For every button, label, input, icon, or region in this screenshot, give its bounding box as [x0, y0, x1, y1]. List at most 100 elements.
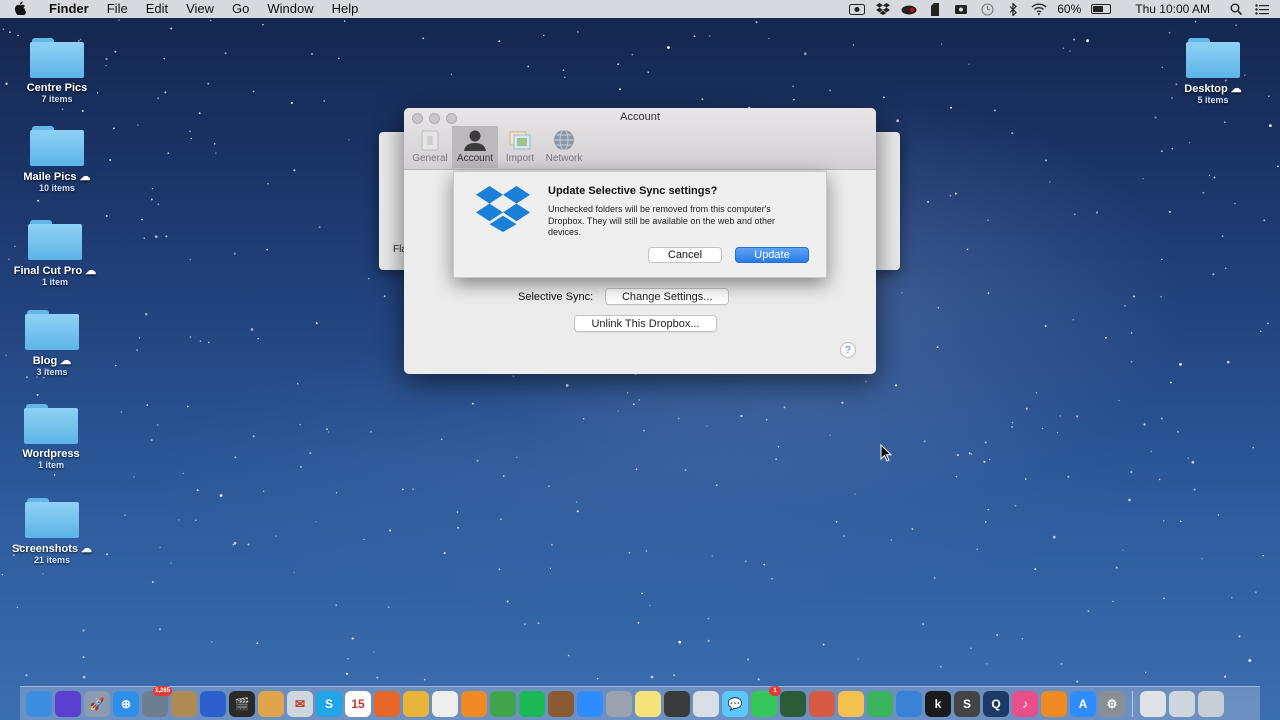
dock-spotify-icon[interactable]: [519, 690, 545, 717]
wifi-icon[interactable]: [1031, 2, 1047, 16]
dock-evernote-icon[interactable]: [490, 690, 516, 717]
desktop-folder-centre-pics[interactable]: Centre Pics 7 items: [7, 38, 107, 104]
notification-badge: 1: [769, 685, 781, 696]
dock-quicktime-icon[interactable]: Q: [983, 690, 1009, 717]
dock-itunes-icon[interactable]: ♪: [1012, 690, 1038, 717]
dock-zoom-icon[interactable]: [577, 690, 603, 717]
desktop-folder-wordpress[interactable]: Wordpress 1 item: [1, 404, 101, 470]
window-title: Account: [620, 111, 660, 123]
desktop-folder-blog[interactable]: Blog ☁ 3 items: [2, 310, 102, 377]
folder-name: Screenshots: [11, 543, 78, 555]
dock-keynote-icon[interactable]: [896, 690, 922, 717]
desktop-folder-screenshots[interactable]: Screenshots ☁ 21 items: [2, 498, 102, 565]
dock-ibooks-icon[interactable]: [1041, 690, 1067, 717]
dock-textedit-icon[interactable]: [432, 690, 458, 717]
dock-photos-icon[interactable]: [838, 690, 864, 717]
tab-label: Account: [456, 153, 494, 164]
dock-mail-icon[interactable]: ✉: [287, 690, 313, 717]
dock-notebook-icon[interactable]: [171, 690, 197, 717]
status-area: 60% Thu 10:00 AM: [849, 2, 1280, 16]
desktop-folder-desktop[interactable]: Desktop ☁ 5 items: [1163, 38, 1263, 105]
notification-badge: 1,265: [152, 685, 172, 696]
dock-system-preferences-icon[interactable]: ⚙: [1099, 690, 1125, 717]
dock-glyph: 💬: [727, 696, 743, 711]
update-button[interactable]: Update: [735, 247, 809, 263]
desktop-folder-maile-pics[interactable]: Maile Pics ☁ 10 items: [7, 126, 107, 193]
desktop-folder-final-cut-pro[interactable]: Final Cut Pro ☁ 1 item: [5, 220, 105, 287]
menu-app-name[interactable]: Finder: [40, 0, 98, 18]
dock-finder-icon[interactable]: [26, 690, 52, 717]
screen-record-icon[interactable]: [849, 2, 866, 16]
notification-center-icon[interactable]: [1254, 2, 1270, 16]
battery-icon[interactable]: [1091, 4, 1112, 14]
dock-document-stack-icon[interactable]: [1140, 690, 1166, 717]
dock-glyph: ⊕: [120, 696, 132, 711]
tab-label: General: [412, 153, 448, 164]
dock-clapper-icon[interactable]: 🎬: [229, 690, 255, 717]
folder-item-count: 1 item: [41, 277, 68, 287]
folder-icon: [25, 310, 79, 350]
dock-photos-blue-icon[interactable]: [200, 690, 226, 717]
dock-safari-icon[interactable]: ⊕: [113, 690, 139, 717]
unlink-dropbox-button[interactable]: Unlink This Dropbox...: [574, 315, 717, 332]
menu-edit[interactable]: Edit: [137, 0, 177, 18]
tab-label: Network: [545, 153, 583, 164]
dock-kindle-icon[interactable]: k: [925, 690, 951, 717]
menu-go[interactable]: Go: [223, 0, 258, 18]
dock-photo-editor-icon[interactable]: [809, 690, 835, 717]
dock-siri-icon[interactable]: [55, 690, 81, 717]
dock-guitar-icon[interactable]: [548, 690, 574, 717]
dock-sonos-icon[interactable]: S: [954, 690, 980, 717]
dock-trash-icon[interactable]: [1198, 690, 1224, 717]
dock-glyph: ♪: [1022, 696, 1028, 711]
dock-glyph: ⚙: [1106, 696, 1118, 711]
dock-firefox-icon[interactable]: [374, 690, 400, 717]
tab-network[interactable]: Network: [542, 126, 586, 168]
menu-help[interactable]: Help: [323, 0, 368, 18]
bluetooth-icon[interactable]: [1005, 2, 1021, 16]
dock-photo-booth-icon[interactable]: [664, 690, 690, 717]
dropbox-menu-icon[interactable]: [875, 2, 891, 16]
menu-clock[interactable]: Thu 10:00 AM: [1135, 2, 1210, 16]
tab-label: Import: [505, 153, 535, 164]
folder-item-count: 21 items: [33, 555, 71, 565]
menu-view[interactable]: View: [177, 0, 223, 18]
folder-icon: [30, 38, 84, 78]
apple-menu-icon[interactable]: [0, 0, 40, 18]
update-selective-sync-dialog: Update Selective Sync settings? Unchecke…: [453, 171, 827, 278]
dock-camera-app-icon[interactable]: [780, 690, 806, 717]
dock-skype-icon[interactable]: S: [316, 690, 342, 717]
dock-launchpad-icon[interactable]: 🚀: [84, 690, 110, 717]
dock-preview-icon[interactable]: [693, 690, 719, 717]
menu-window[interactable]: Window: [258, 0, 322, 18]
cancel-button[interactable]: Cancel: [648, 247, 722, 263]
dock-utility-icon[interactable]: [606, 690, 632, 717]
tab-import[interactable]: Import: [498, 126, 542, 168]
dock-numbers-icon[interactable]: [867, 690, 893, 717]
evernote-menu-icon[interactable]: [927, 2, 943, 16]
menu-file[interactable]: File: [98, 0, 137, 18]
dock-calendar-icon[interactable]: 15: [345, 690, 371, 717]
tab-account[interactable]: Account: [452, 126, 498, 168]
creative-cloud-icon[interactable]: [901, 2, 917, 16]
tab-general[interactable]: General: [408, 126, 452, 168]
dock-notes-icon[interactable]: [635, 690, 661, 717]
dock-app-store-icon[interactable]: A: [1070, 690, 1096, 717]
dock-pages-icon[interactable]: [461, 690, 487, 717]
general-icon: [418, 129, 442, 151]
dock-photo-app-icon[interactable]: 1,265: [142, 685, 172, 717]
dock-color-app-icon[interactable]: [258, 690, 284, 717]
window-titlebar[interactable]: Account General Account Import Network: [404, 108, 876, 170]
dock-glyph: S: [962, 696, 971, 711]
time-machine-icon[interactable]: [979, 2, 995, 16]
spotlight-search-icon[interactable]: [1228, 2, 1244, 16]
dock-facetime-icon[interactable]: 1: [751, 685, 781, 717]
dock-messages-icon[interactable]: 💬: [722, 690, 748, 717]
folder-item-count: 3 items: [36, 367, 68, 377]
dock-downloads-stack-icon[interactable]: [1169, 690, 1195, 717]
dock-chrome-icon[interactable]: [403, 690, 429, 717]
folder-icon: [25, 498, 79, 538]
change-settings-button[interactable]: Change Settings...: [605, 288, 730, 305]
help-button[interactable]: ?: [840, 342, 856, 358]
screenshot-tool-icon[interactable]: [953, 2, 969, 16]
